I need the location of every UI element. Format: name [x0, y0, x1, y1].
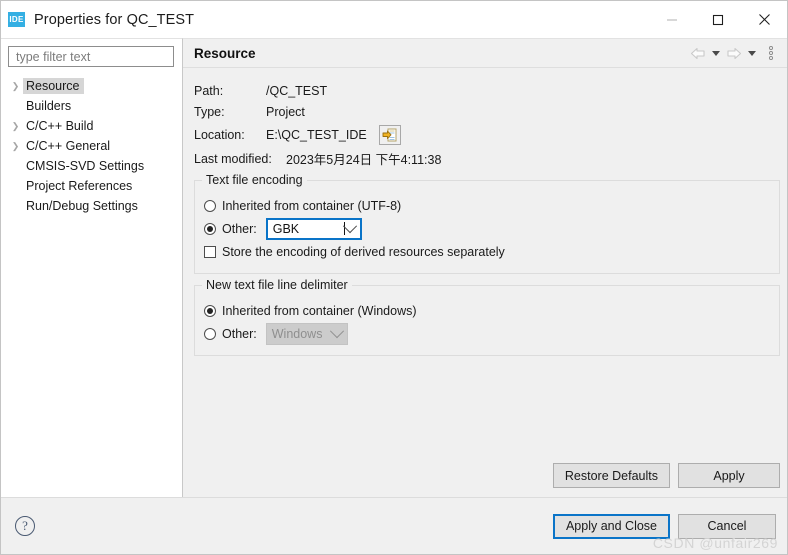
- sidebar-item-cpp-build[interactable]: ❯ C/C++ Build: [1, 116, 182, 136]
- dialog-body: ❯ Resource Builders ❯ C/C++ Build ❯ C/C+…: [1, 38, 787, 497]
- apply-and-close-button[interactable]: Apply and Close: [552, 513, 670, 539]
- property-key: Last modified:: [194, 151, 272, 166]
- sidebar-item-label: Resource: [23, 78, 84, 94]
- page-header: Resource: [183, 39, 787, 68]
- sidebar-item-label: CMSIS-SVD Settings: [26, 159, 145, 173]
- sidebar-item-resource[interactable]: ❯ Resource: [1, 76, 182, 96]
- encoding-combobox-value: GBK: [272, 221, 300, 236]
- sidebar-item-run-debug-settings[interactable]: Run/Debug Settings: [1, 196, 182, 216]
- property-value: E:\QC_TEST_IDE: [266, 128, 367, 142]
- property-key: Location:: [194, 128, 245, 142]
- property-key: Path:: [194, 83, 224, 98]
- delimiter-combobox: Windows: [265, 322, 348, 345]
- resource-page: Resource Path: /QC_TEST Type: Project Lo…: [183, 38, 787, 497]
- sidebar-item-project-references[interactable]: Project References: [1, 176, 182, 196]
- line-delimiter-group: New text file line delimiter Inherited f…: [194, 278, 780, 356]
- store-derived-encoding-label: Store the encoding of derived resources …: [222, 244, 505, 259]
- apply-button[interactable]: Apply: [678, 463, 780, 488]
- pane-action-buttons: Restore Defaults Apply: [552, 463, 780, 488]
- sidebar-item-label: Run/Debug Settings: [26, 199, 138, 213]
- view-menu-icon: [769, 46, 773, 50]
- help-button[interactable]: ?: [15, 516, 35, 536]
- back-button[interactable]: [688, 43, 707, 63]
- group-title: New text file line delimiter: [202, 278, 352, 292]
- radio-icon[interactable]: [204, 304, 216, 317]
- title-bar: IDE Properties for QC_TEST: [1, 1, 787, 38]
- property-row-type: Type: Project: [194, 101, 783, 122]
- sidebar-item-label: Builders: [26, 99, 72, 113]
- page-toolbar: [688, 43, 779, 63]
- property-value: 2023年5月24日 下午4:11:38: [286, 153, 442, 167]
- back-arrow-icon: [690, 47, 705, 59]
- filter-box[interactable]: [8, 46, 174, 67]
- sidebar-item-label: Project References: [26, 179, 133, 193]
- view-menu-icon: [769, 51, 773, 55]
- sidebar-item-label: C/C++ Build: [26, 119, 94, 133]
- settings-tree: ❯ Resource Builders ❯ C/C++ Build ❯ C/C+…: [1, 76, 182, 216]
- chevron-down-icon[interactable]: [342, 218, 357, 233]
- minimize-button[interactable]: [649, 1, 695, 38]
- encoding-other-option[interactable]: Other: GBK: [204, 217, 769, 240]
- text-file-encoding-group: Text file encoding Inherited from contai…: [194, 173, 780, 274]
- back-history-dropdown[interactable]: [709, 43, 722, 63]
- radio-icon[interactable]: [204, 327, 216, 340]
- window-controls: [649, 1, 787, 38]
- chevron-right-icon[interactable]: ❯: [8, 81, 23, 92]
- encoding-combobox[interactable]: GBK: [265, 217, 362, 240]
- property-row-last-modified: Last modified: 2023年5月24日 下午4:11:38: [194, 148, 783, 169]
- page-title: Resource: [194, 45, 256, 61]
- chevron-right-icon[interactable]: ❯: [8, 121, 23, 132]
- window-title: Properties for QC_TEST: [34, 11, 195, 28]
- property-row-location: Location: E:\QC_TEST_IDE: [194, 122, 783, 148]
- sidebar-item-builders[interactable]: Builders: [1, 96, 182, 116]
- delimiter-combobox-value: Windows: [271, 326, 323, 341]
- forward-history-dropdown[interactable]: [745, 43, 758, 63]
- property-value: Project: [266, 104, 305, 119]
- view-menu-icon: [769, 56, 773, 60]
- forward-button[interactable]: [724, 43, 743, 63]
- close-icon: [758, 14, 770, 25]
- forward-arrow-icon: [726, 47, 741, 59]
- resource-pane: Path: /QC_TEST Type: Project Location: E…: [183, 68, 787, 497]
- close-button[interactable]: [741, 1, 787, 38]
- cancel-button[interactable]: Cancel: [678, 513, 776, 539]
- properties-dialog: IDE Properties for QC_TEST type filter t…: [0, 0, 788, 555]
- chevron-down-icon: [711, 50, 720, 56]
- delimiter-other-label: Other:: [222, 326, 257, 341]
- encoding-inherited-option[interactable]: Inherited from container (UTF-8): [204, 194, 769, 217]
- settings-sidebar: ❯ Resource Builders ❯ C/C++ Build ❯ C/C+…: [1, 38, 183, 497]
- footer-action-buttons: Apply and Close Cancel: [552, 513, 776, 539]
- view-menu-button[interactable]: [763, 43, 779, 63]
- dialog-footer: ? Apply and Close Cancel CSDN @unfair269: [1, 497, 787, 554]
- radio-icon[interactable]: [204, 222, 216, 235]
- group-title: Text file encoding: [202, 173, 307, 187]
- sidebar-item-cpp-general[interactable]: ❯ C/C++ General: [1, 136, 182, 156]
- property-row-path: Path: /QC_TEST: [194, 80, 783, 101]
- radio-icon[interactable]: [204, 199, 216, 212]
- encoding-inherited-label: Inherited from container (UTF-8): [222, 198, 402, 213]
- delimiter-inherited-label: Inherited from container (Windows): [222, 303, 417, 318]
- restore-defaults-button[interactable]: Restore Defaults: [552, 463, 670, 488]
- minimize-icon: [667, 18, 677, 21]
- maximize-icon: [712, 14, 724, 25]
- chevron-right-icon[interactable]: ❯: [8, 141, 23, 152]
- property-value: /QC_TEST: [266, 83, 328, 98]
- sidebar-item-label: C/C++ General: [26, 139, 111, 153]
- chevron-down-icon: [747, 50, 756, 56]
- chevron-down-icon: [329, 323, 344, 338]
- open-folder-link-icon: [382, 128, 397, 142]
- checkbox-icon[interactable]: [204, 245, 216, 258]
- open-location-button[interactable]: [378, 125, 401, 145]
- ide-app-icon: IDE: [8, 12, 25, 27]
- encoding-other-label: Other:: [222, 221, 257, 236]
- delimiter-other-option[interactable]: Other: Windows: [204, 322, 769, 345]
- delimiter-inherited-option[interactable]: Inherited from container (Windows): [204, 299, 769, 322]
- filter-input[interactable]: [14, 48, 168, 65]
- store-derived-encoding-option[interactable]: Store the encoding of derived resources …: [204, 240, 769, 263]
- property-key: Type:: [194, 104, 225, 119]
- maximize-button[interactable]: [695, 1, 741, 38]
- sidebar-item-cmsis-svd-settings[interactable]: CMSIS-SVD Settings: [1, 156, 182, 176]
